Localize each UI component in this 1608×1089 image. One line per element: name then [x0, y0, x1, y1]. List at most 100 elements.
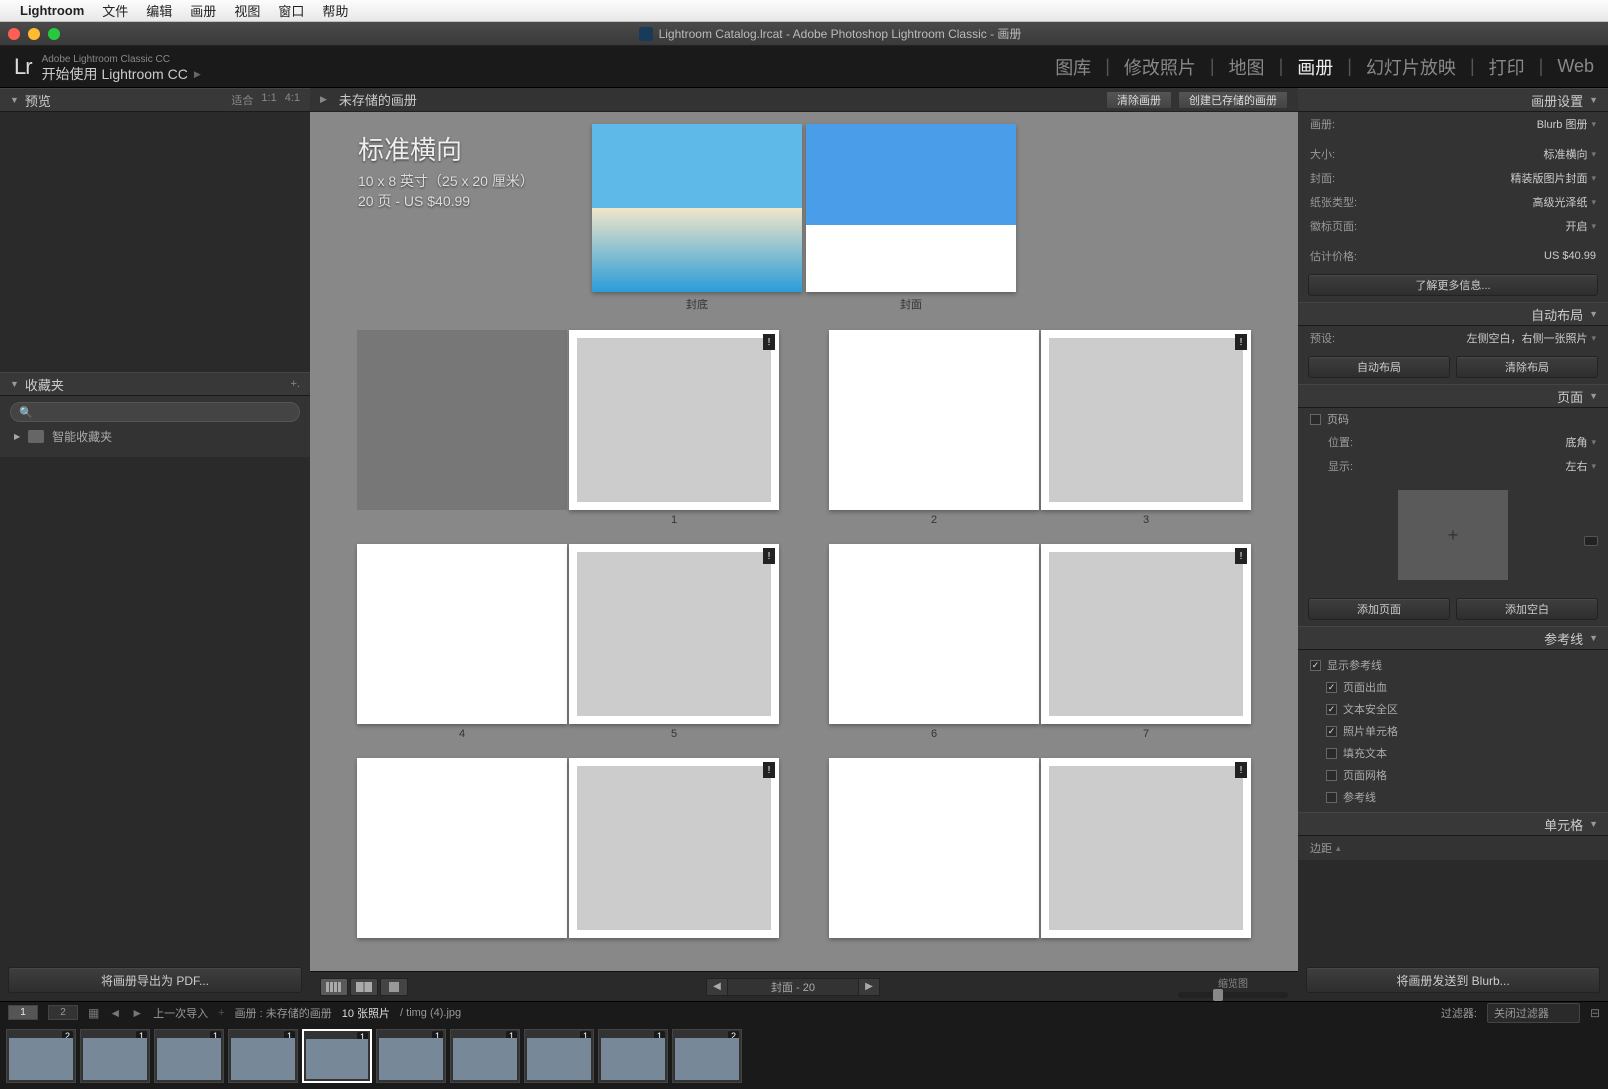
page-8[interactable]	[357, 758, 567, 938]
position-value[interactable]: 底角	[1565, 434, 1587, 450]
inside-front-blank[interactable]	[357, 330, 567, 510]
menu-help[interactable]: 帮助	[322, 1, 348, 20]
spread-view-button[interactable]	[350, 978, 378, 996]
filmstrip-thumb[interactable]: 2	[6, 1029, 76, 1083]
filmstrip-thumb[interactable]: 1	[154, 1029, 224, 1083]
filter-lock-icon[interactable]: ⊟	[1590, 1006, 1600, 1020]
filter-value[interactable]: 关闭过滤器	[1487, 1003, 1580, 1023]
preset-value[interactable]: 左侧空白，右侧一张照片	[1466, 330, 1587, 346]
menu-edit[interactable]: 编辑	[146, 1, 172, 20]
auto-layout-header[interactable]: 自动布局 ▼	[1298, 302, 1608, 326]
auto-layout-button[interactable]: 自动布局	[1308, 356, 1450, 378]
page-4[interactable]	[357, 544, 567, 724]
ratio-1-1[interactable]: 1:1	[261, 92, 276, 108]
identity-plate[interactable]: Adobe Lightroom Classic CC 开始使用 Lightroo…	[42, 53, 201, 81]
module-map[interactable]: 地图	[1229, 54, 1265, 80]
module-print[interactable]: 打印	[1489, 54, 1525, 80]
filmstrip-thumb[interactable]: 1	[376, 1029, 446, 1083]
learn-more-button[interactable]: 了解更多信息...	[1308, 274, 1598, 296]
export-pdf-button[interactable]: 将画册导出为 PDF...	[8, 967, 302, 993]
filmstrip-thumb[interactable]: 1	[302, 1029, 372, 1083]
page-1[interactable]: !	[569, 330, 779, 510]
page-5[interactable]: !	[569, 544, 779, 724]
layout-popup-icon[interactable]	[1584, 536, 1598, 546]
prev-page-button[interactable]: ◀	[706, 978, 728, 996]
module-slideshow[interactable]: 幻灯片放映	[1366, 54, 1456, 80]
guide-lines-checkbox[interactable]	[1326, 792, 1337, 803]
safe-area-checkbox[interactable]: ✓	[1326, 704, 1337, 715]
menu-file[interactable]: 文件	[102, 1, 128, 20]
close-icon[interactable]	[8, 28, 20, 40]
favorites-panel-header[interactable]: ▼ 收藏夹 +.	[0, 372, 310, 396]
module-book[interactable]: 画册	[1297, 54, 1333, 80]
page-layout-preview[interactable]: +	[1398, 490, 1508, 580]
page-number-checkbox[interactable]	[1310, 414, 1321, 425]
page-6[interactable]	[829, 544, 1039, 724]
next-page-button[interactable]: ▶	[858, 978, 880, 996]
fill-text-checkbox[interactable]	[1326, 748, 1337, 759]
multi-page-view-button[interactable]	[320, 978, 348, 996]
filmstrip-thumb[interactable]: 1	[80, 1029, 150, 1083]
menu-app[interactable]: Lightroom	[20, 3, 84, 18]
logo-value[interactable]: 开启	[1565, 218, 1587, 234]
zoom-icon[interactable]	[48, 28, 60, 40]
slider-knob-icon[interactable]	[1213, 989, 1223, 1001]
photo-cells-checkbox[interactable]: ✓	[1326, 726, 1337, 737]
paper-value[interactable]: 高级光泽纸	[1532, 194, 1587, 210]
filmstrip-thumb[interactable]: 1	[228, 1029, 298, 1083]
next-icon[interactable]: ►	[131, 1006, 143, 1020]
grid-icon[interactable]: ▦	[88, 1006, 99, 1020]
book-workspace[interactable]: 标准横向 10 x 8 英寸（25 x 20 厘米） 20 页 - US $40…	[310, 112, 1298, 971]
margin-expand-icon[interactable]: ▴	[1336, 843, 1341, 854]
page-7[interactable]: !	[1041, 544, 1251, 724]
filmstrip-thumb[interactable]: 2	[672, 1029, 742, 1083]
page-10[interactable]	[829, 758, 1039, 938]
preview-panel-header[interactable]: ▼ 预览 适合 1:1 4:1	[0, 88, 310, 112]
module-library[interactable]: 图库	[1055, 54, 1091, 80]
filmstrip-thumb[interactable]: 1	[450, 1029, 520, 1083]
clear-layout-button[interactable]: 清除布局	[1456, 356, 1598, 378]
page-indicator[interactable]: 封面 - 20	[728, 978, 858, 996]
filmstrip-thumb[interactable]: 1	[598, 1029, 668, 1083]
page-11[interactable]: !	[1041, 758, 1251, 938]
add-favorite-icon[interactable]: +.	[291, 378, 300, 390]
filmstrip[interactable]: 2 1 1 1 1 1 1 1 1 2	[0, 1023, 1608, 1089]
module-develop[interactable]: 修改照片	[1124, 54, 1196, 80]
guides-panel-header[interactable]: 参考线 ▼	[1298, 626, 1608, 650]
page-grid-checkbox[interactable]	[1326, 770, 1337, 781]
module-web[interactable]: Web	[1557, 56, 1594, 77]
page-9[interactable]: !	[569, 758, 779, 938]
page-3[interactable]: !	[1041, 330, 1251, 510]
menu-view[interactable]: 视图	[234, 1, 260, 20]
send-to-blurb-button[interactable]: 将画册发送到 Blurb...	[1306, 967, 1600, 993]
show-guides-checkbox[interactable]: ✓	[1310, 660, 1321, 671]
search-input[interactable]: 🔍 搜索	[10, 402, 300, 422]
ratio-4-1[interactable]: 4:1	[285, 92, 300, 108]
breadcrumb-prev-import[interactable]: 上一次导入	[153, 1005, 208, 1021]
bleed-checkbox[interactable]: ✓	[1326, 682, 1337, 693]
display-value[interactable]: 左右	[1565, 458, 1587, 474]
prev-icon[interactable]: ◄	[109, 1006, 121, 1020]
cell-panel-header[interactable]: 单元格 ▼	[1298, 812, 1608, 836]
front-cover-page[interactable]	[806, 124, 1016, 292]
create-saved-book-button[interactable]: 创建已存储的画册	[1178, 91, 1288, 109]
minimize-icon[interactable]	[28, 28, 40, 40]
book-value[interactable]: Blurb 图册	[1537, 116, 1588, 132]
add-page-button[interactable]: 添加页面	[1308, 598, 1450, 620]
breadcrumb-book[interactable]: 画册 : 未存储的画册	[235, 1005, 332, 1021]
thumbnail-size-slider[interactable]	[1178, 992, 1288, 998]
clear-book-button[interactable]: 清除画册	[1106, 91, 1172, 109]
add-blank-button[interactable]: 添加空白	[1456, 598, 1598, 620]
smart-collection-row[interactable]: ▶ 智能收藏夹	[10, 422, 300, 451]
page-2[interactable]	[829, 330, 1039, 510]
book-settings-header[interactable]: 画册设置 ▼	[1298, 88, 1608, 112]
menu-book[interactable]: 画册	[190, 1, 216, 20]
back-cover-page[interactable]	[592, 124, 802, 292]
navigator-preview[interactable]	[0, 112, 310, 372]
cover-value[interactable]: 精装版图片封面	[1510, 170, 1587, 186]
display-2-tab[interactable]: 2	[48, 1005, 78, 1020]
fit-label[interactable]: 适合	[231, 92, 253, 108]
page-panel-header[interactable]: 页面 ▼	[1298, 384, 1608, 408]
filmstrip-thumb[interactable]: 1	[524, 1029, 594, 1083]
menu-window[interactable]: 窗口	[278, 1, 304, 20]
